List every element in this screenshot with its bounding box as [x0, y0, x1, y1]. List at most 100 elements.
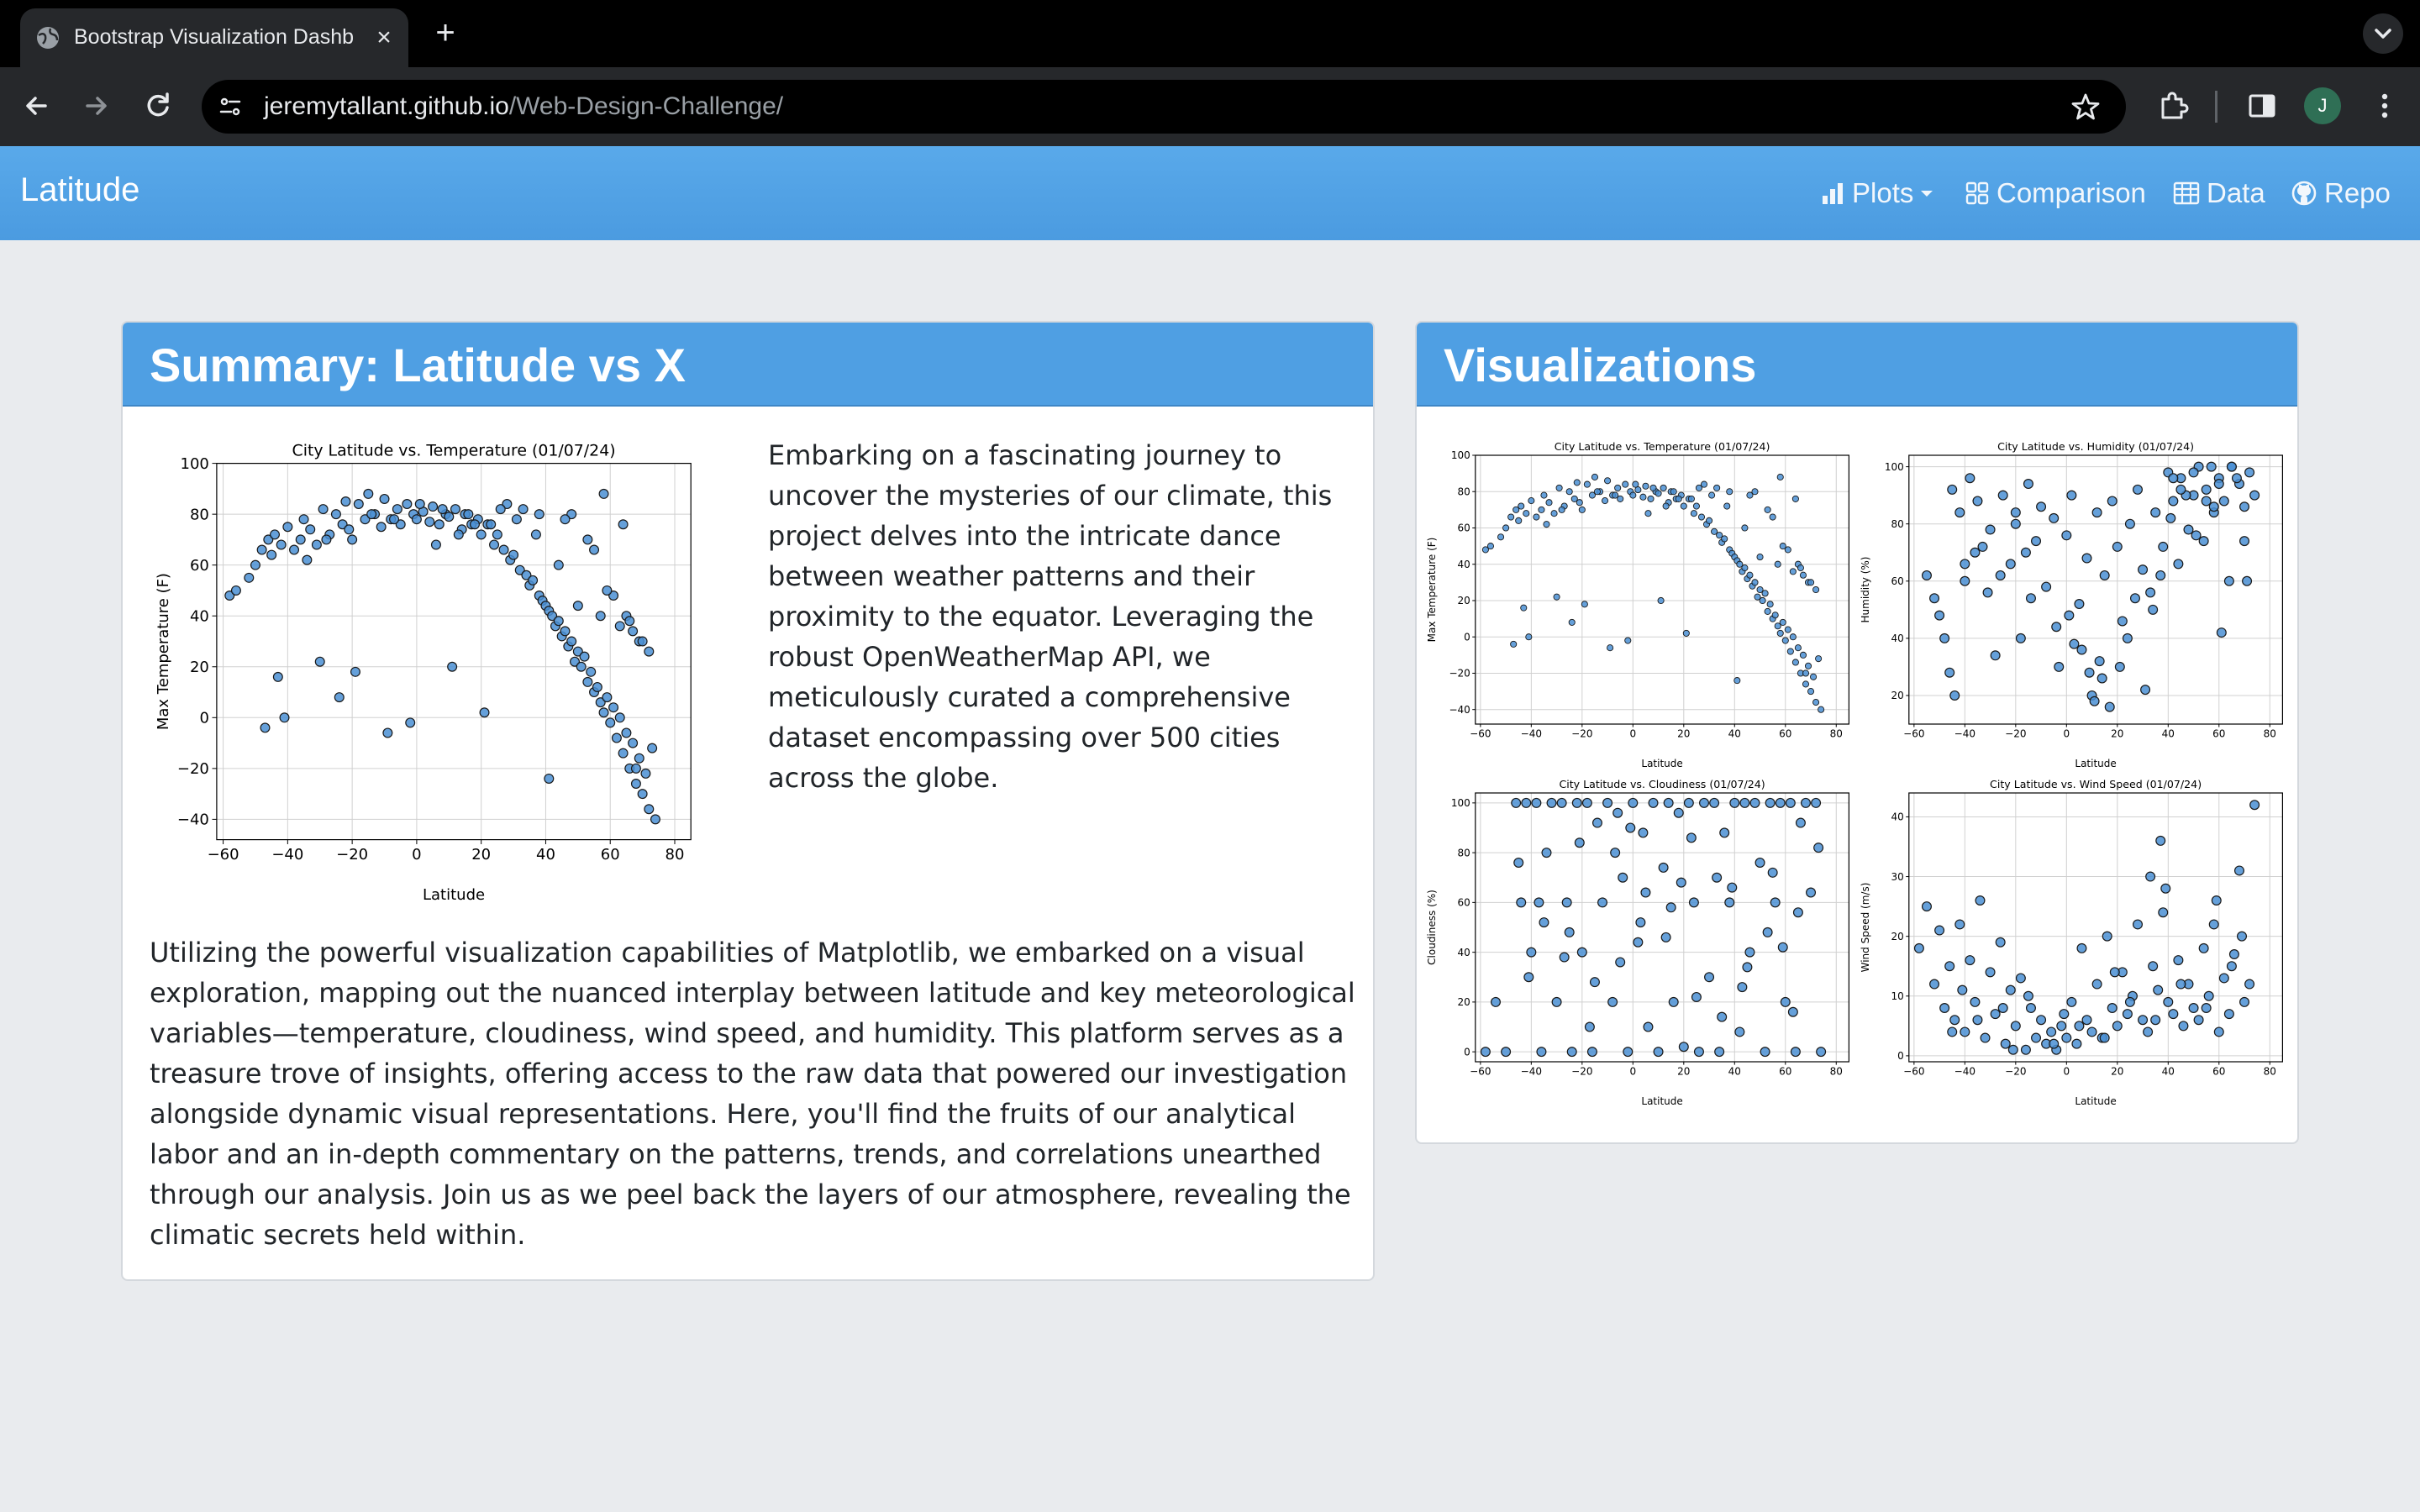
tab-title: Bootstrap Visualization Dashb — [74, 25, 355, 49]
address-bar[interactable]: jeremytallant.github.io/Web-Design-Chall… — [202, 80, 2126, 134]
data-point — [1818, 706, 1825, 713]
data-point — [1561, 897, 1572, 908]
y-tick-label: 60 — [1458, 522, 1470, 534]
extensions-icon[interactable] — [2156, 89, 2190, 123]
y-tick-label: 30 — [1891, 871, 1904, 883]
new-tab-button[interactable]: + — [430, 16, 460, 50]
data-point — [2239, 536, 2250, 547]
data-point — [1629, 491, 1637, 499]
cloudiness-plot-link[interactable]: City Latitude vs. Cloudiness (01/07/24) −… — [1425, 773, 1862, 1109]
data-point — [1726, 488, 1733, 496]
summary-card: Summary: Latitude vs X City Latitude vs.… — [121, 321, 1375, 1281]
data-point — [2081, 1015, 2092, 1026]
data-point — [2133, 919, 2144, 930]
side-panel-icon[interactable] — [2245, 89, 2279, 123]
data-point — [2051, 622, 2062, 633]
data-point — [1776, 629, 1784, 637]
data-point — [2049, 512, 2060, 523]
data-point — [1693, 1047, 1704, 1058]
data-point — [2129, 593, 2140, 604]
nav-repo-label: Repo — [2324, 177, 2391, 208]
data-point — [1638, 827, 1649, 838]
data-point — [1644, 510, 1652, 517]
data-point — [2218, 496, 2229, 507]
x-tick-label: −40 — [1954, 1066, 1975, 1078]
data-point — [321, 534, 332, 545]
data-point — [1538, 506, 1545, 513]
data-point — [2124, 518, 2135, 529]
data-point — [1794, 644, 1802, 652]
data-point — [2165, 512, 2176, 523]
data-point — [608, 702, 619, 713]
navbar-brand[interactable]: Latitude — [20, 171, 139, 209]
visualizations-title: Visualizations — [1444, 339, 1757, 391]
reload-icon[interactable] — [139, 87, 176, 124]
nav-repo[interactable]: Repo — [2291, 176, 2391, 210]
data-point — [1555, 484, 1563, 491]
data-point — [2010, 1021, 2021, 1032]
tab-search-button[interactable] — [2363, 13, 2403, 54]
data-point — [2223, 575, 2234, 586]
data-point — [444, 512, 455, 522]
close-icon[interactable]: × — [370, 24, 398, 52]
data-point — [1734, 1026, 1745, 1037]
data-point — [2140, 685, 2151, 696]
chart-title: City Latitude vs. Wind Speed (01/07/24) — [1990, 778, 2202, 790]
menu-icon[interactable] — [2368, 89, 2402, 123]
data-point — [1786, 648, 1794, 655]
data-point — [2242, 575, 2253, 586]
temperature-plot-link[interactable]: City Latitude vs. Temperature (01/07/24)… — [1425, 435, 1862, 771]
url-host: jeremytallant.github.io — [264, 92, 509, 120]
data-point — [1985, 524, 1996, 535]
wind-speed-plot-link[interactable]: City Latitude vs. Wind Speed (01/07/24) −… — [1859, 773, 2296, 1109]
forward-icon[interactable] — [77, 87, 114, 124]
data-point — [640, 768, 651, 779]
data-point — [1526, 947, 1537, 958]
data-point — [2201, 496, 2212, 507]
data-point — [2193, 1015, 2204, 1026]
data-point — [1635, 917, 1646, 928]
back-icon[interactable] — [18, 87, 55, 124]
data-point — [1511, 797, 1522, 808]
avatar[interactable]: J — [2304, 87, 2341, 124]
x-axis-label: Latitude — [2075, 758, 2116, 769]
star-icon[interactable] — [2070, 92, 2101, 122]
data-point — [1760, 1047, 1770, 1058]
summary-card-header: Summary: Latitude vs X — [123, 323, 1373, 407]
data-point — [2000, 1038, 2011, 1049]
humidity-plot-link[interactable]: City Latitude vs. Humidity (01/07/24) −60… — [1859, 435, 2296, 771]
data-point — [434, 519, 445, 530]
data-point — [579, 651, 590, 662]
data-point — [1574, 837, 1585, 848]
data-point — [1692, 502, 1700, 510]
data-point — [2086, 1026, 2097, 1037]
data-point — [1766, 601, 1774, 608]
data-point — [618, 748, 629, 759]
y-tick-label: 40 — [1458, 559, 1470, 570]
x-tick-label: 80 — [1830, 728, 1843, 740]
data-point — [2066, 996, 2077, 1007]
x-tick-label: 0 — [2063, 1066, 2070, 1078]
data-point — [611, 732, 622, 743]
data-point — [1795, 817, 1806, 828]
x-tick-label: −60 — [208, 846, 239, 864]
y-tick-label: 20 — [1458, 595, 1470, 606]
nav-plots-dropdown[interactable]: Plots — [1820, 176, 1942, 210]
data-point — [1708, 491, 1716, 499]
nav-comparison[interactable]: Comparison — [1965, 176, 2146, 210]
x-tick-label: −60 — [1903, 728, 1924, 740]
x-tick-label: 20 — [2111, 728, 2123, 740]
data-point — [1486, 543, 1494, 550]
data-point — [1997, 1003, 2008, 1014]
browser-tab[interactable]: Bootstrap Visualization Dashb × — [20, 8, 408, 67]
data-point — [453, 529, 464, 540]
data-point — [2175, 484, 2186, 495]
caret-down-icon — [1921, 191, 1933, 197]
site-info-icon[interactable] — [217, 93, 244, 120]
nav-data[interactable]: Data — [2173, 176, 2265, 210]
chart-title: City Latitude vs. Cloudiness (01/07/24) — [1559, 778, 1765, 790]
data-point — [295, 534, 306, 545]
data-point — [2145, 871, 2156, 882]
data-point — [614, 621, 625, 632]
data-point — [1751, 579, 1759, 586]
